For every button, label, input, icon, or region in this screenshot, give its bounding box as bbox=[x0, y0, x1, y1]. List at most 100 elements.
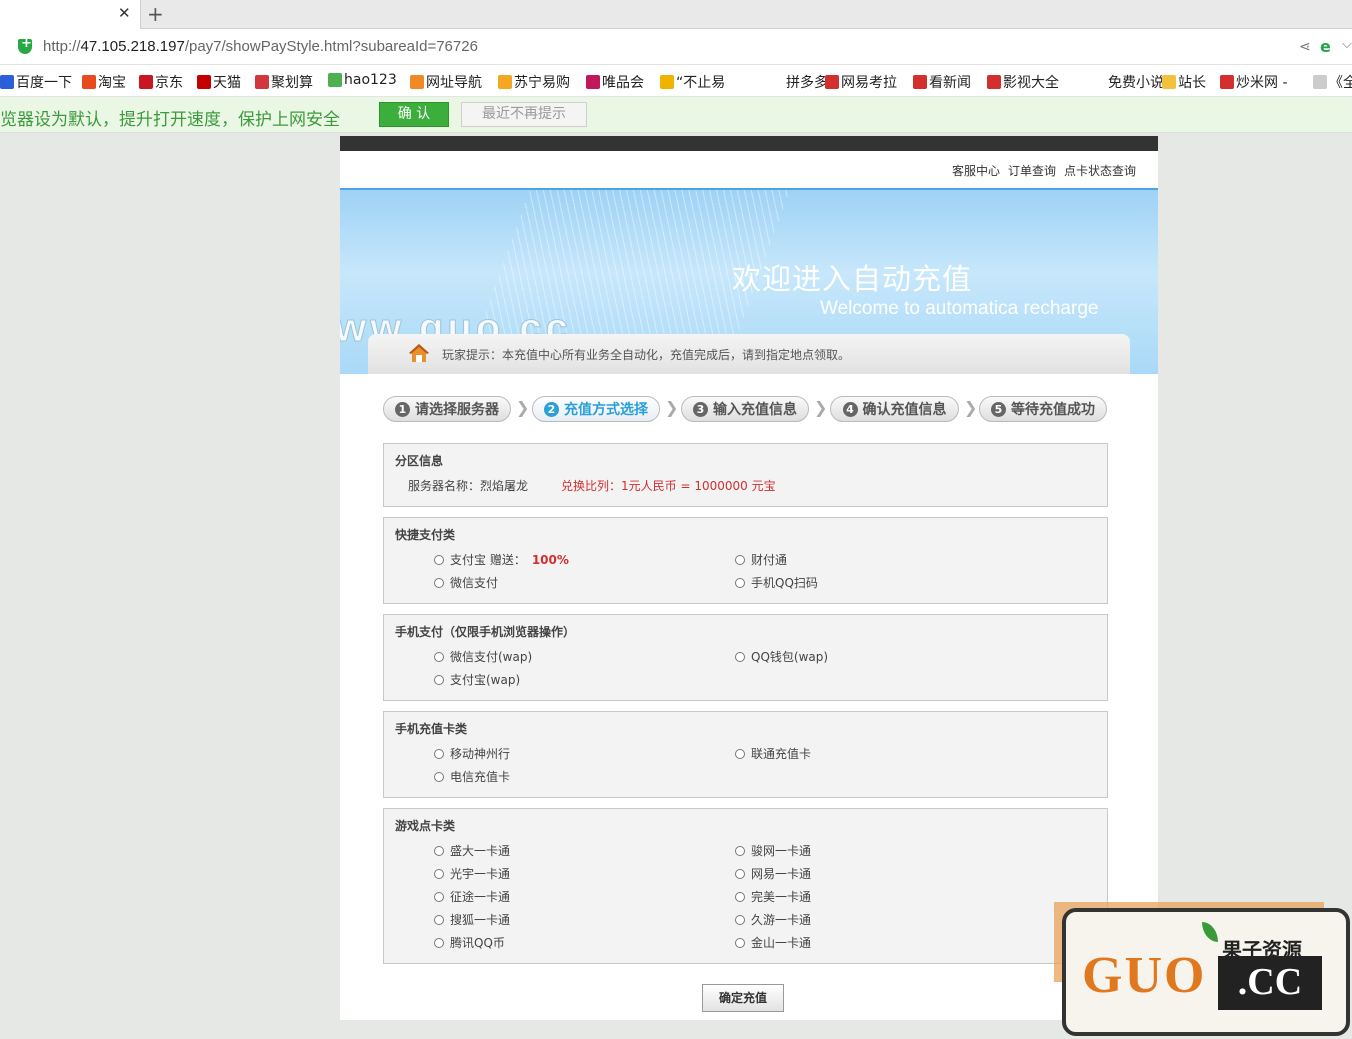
share-icon[interactable]: ⋖ bbox=[1299, 39, 1311, 55]
order-query-link[interactable]: 订单查询 bbox=[1008, 162, 1056, 179]
payment-option[interactable]: 网易一卡通 bbox=[735, 865, 811, 882]
url-field[interactable]: http://47.105.218.197/pay7/showPayStyle.… bbox=[43, 38, 478, 55]
doc-icon bbox=[1313, 75, 1327, 89]
payment-option[interactable]: 征途一卡通 bbox=[434, 888, 510, 905]
bookmark-label: 唯品会 bbox=[602, 75, 644, 91]
payment-option[interactable]: 手机QQ扫码 bbox=[735, 574, 818, 591]
radio-button[interactable] bbox=[434, 937, 444, 948]
radio-button[interactable] bbox=[434, 554, 444, 565]
bookmark-item[interactable]: hao123 bbox=[328, 72, 397, 88]
radio-button[interactable] bbox=[434, 748, 444, 759]
payment-option[interactable]: 久游一卡通 bbox=[735, 911, 811, 928]
payment-option-label: 手机QQ扫码 bbox=[751, 576, 818, 590]
bookmark-item[interactable]: 淘宝 bbox=[82, 72, 126, 92]
bookmark-item[interactable]: 天猫 bbox=[197, 72, 241, 92]
bookmark-item[interactable]: 苏宁易购 bbox=[498, 72, 570, 92]
shield-icon bbox=[18, 36, 32, 54]
radio-button[interactable] bbox=[735, 651, 745, 662]
ie-mode-icon[interactable]: e bbox=[1320, 37, 1331, 56]
bookmark-label: 网址导航 bbox=[426, 75, 482, 91]
server-name: 服务器名称：烈焰屠龙 bbox=[408, 479, 529, 493]
bookmark-item[interactable]: 唯品会 bbox=[586, 72, 644, 92]
bookmark-item[interactable]: 京东 bbox=[139, 72, 183, 92]
player-tip-bar: 玩家提示：本充值中心所有业务全自动化，充值完成后，请到指定地点领取。 bbox=[368, 334, 1130, 374]
bookmark-item[interactable]: 看新闻 bbox=[913, 72, 971, 92]
bookmark-item[interactable]: “不止易 bbox=[660, 72, 725, 92]
payment-option-label: 腾讯QQ币 bbox=[450, 936, 505, 950]
bookmark-item[interactable]: 炒米网 - bbox=[1220, 72, 1288, 92]
payment-option[interactable]: 微信支付 bbox=[434, 574, 498, 591]
new-tab-icon[interactable]: + bbox=[147, 2, 164, 26]
payment-option[interactable]: 移动神州行 bbox=[434, 745, 510, 762]
payment-option[interactable]: 金山一卡通 bbox=[735, 934, 811, 951]
payment-option-label: QQ钱包(wap) bbox=[751, 650, 829, 664]
bookmark-item[interactable]: 网易考拉 bbox=[825, 72, 897, 92]
logo-cc-text: .CC bbox=[1218, 956, 1322, 1010]
payment-option[interactable]: 支付宝 赠送： 100% bbox=[434, 551, 569, 568]
nav-7654-icon bbox=[410, 75, 424, 89]
step-number: 3 bbox=[693, 401, 708, 417]
payment-option[interactable]: 微信支付(wap) bbox=[434, 648, 532, 665]
payment-option[interactable]: 骏网一卡通 bbox=[735, 842, 811, 859]
payment-option[interactable]: 腾讯QQ币 bbox=[434, 934, 505, 951]
radio-button[interactable] bbox=[434, 868, 444, 879]
payment-option[interactable]: 光宇一卡通 bbox=[434, 865, 510, 882]
radio-button[interactable] bbox=[434, 891, 444, 902]
radio-button[interactable] bbox=[735, 845, 745, 856]
bookmark-label: 拼多多 bbox=[786, 75, 828, 91]
hao123-icon bbox=[328, 73, 342, 87]
radio-button[interactable] bbox=[434, 674, 444, 685]
customer-service-link[interactable]: 客服中心 bbox=[952, 162, 1000, 179]
chevron-down-icon[interactable]: ⌵ bbox=[1342, 37, 1352, 52]
confirm-recharge-button[interactable]: 确定充值 bbox=[702, 984, 784, 1012]
radio-button[interactable] bbox=[434, 845, 444, 856]
banner: 欢迎进入自动充值 Welcome to automatica recharge … bbox=[340, 190, 1158, 374]
radio-button[interactable] bbox=[434, 577, 444, 588]
payment-option[interactable]: 联通充值卡 bbox=[735, 745, 811, 762]
radio-button[interactable] bbox=[735, 914, 745, 925]
payment-option[interactable]: 盛大一卡通 bbox=[434, 842, 510, 859]
payment-option[interactable]: 财付通 bbox=[735, 551, 787, 568]
bookmark-item[interactable]: 百度一下 bbox=[0, 72, 72, 92]
bookmark-item[interactable]: 影视大全 bbox=[987, 72, 1059, 92]
bookmark-item[interactable]: 免费小说 bbox=[1092, 72, 1164, 92]
banner-title: 欢迎进入自动充值 bbox=[732, 262, 973, 296]
bookmark-item[interactable]: 网址导航 bbox=[410, 72, 482, 92]
radio-button[interactable] bbox=[735, 937, 745, 948]
bookmark-item[interactable]: 《全 bbox=[1313, 72, 1352, 92]
radio-button[interactable] bbox=[434, 771, 444, 782]
tab-bar: ✕ + bbox=[0, 0, 1352, 29]
payment-option[interactable]: 支付宝(wap) bbox=[434, 671, 520, 688]
step-indicator: 1 请选择服务器 2 充值方式选择 3 输入充值信息 4 确认充值信息 5 等待充值成功 ❯ ❯ ❯ ❯ bbox=[383, 396, 1113, 422]
banner-subtitle: Welcome to automatica recharge bbox=[820, 298, 1099, 319]
payment-option-label: 盛大一卡通 bbox=[450, 844, 511, 858]
payment-option[interactable]: 电信充值卡 bbox=[434, 768, 510, 785]
card-status-link[interactable]: 点卡状态查询 bbox=[1064, 162, 1136, 179]
close-tab-icon[interactable]: ✕ bbox=[118, 4, 131, 22]
radio-button[interactable] bbox=[735, 868, 745, 879]
payment-option[interactable]: 搜狐一卡通 bbox=[434, 911, 510, 928]
step-arrow-icon: ❯ bbox=[516, 398, 530, 417]
radio-button[interactable] bbox=[434, 914, 444, 925]
notice-dismiss-button[interactable]: 最近不再提示 bbox=[461, 102, 587, 127]
radio-button[interactable] bbox=[735, 891, 745, 902]
radio-button[interactable] bbox=[434, 651, 444, 662]
bookmark-item[interactable]: 站长 bbox=[1162, 72, 1206, 92]
book-icon bbox=[1092, 75, 1106, 89]
step-label: 充值方式选择 bbox=[564, 402, 648, 418]
top-strip bbox=[340, 136, 1158, 151]
bookmark-item[interactable]: 聚划算 bbox=[255, 72, 313, 92]
payment-option[interactable]: 完美一卡通 bbox=[735, 888, 811, 905]
browser-tab[interactable]: ✕ bbox=[0, 0, 141, 29]
step-label: 输入充值信息 bbox=[713, 402, 797, 418]
payment-option[interactable]: QQ钱包(wap) bbox=[735, 648, 828, 665]
radio-button[interactable] bbox=[735, 554, 745, 565]
play-icon bbox=[987, 75, 1001, 89]
bookmark-item[interactable]: 拼多多 bbox=[770, 72, 828, 92]
payment-group-title: 手机支付（仅限手机浏览器操作） bbox=[395, 625, 576, 639]
radio-button[interactable] bbox=[735, 748, 745, 759]
kaola-icon bbox=[825, 75, 839, 89]
notice-confirm-button[interactable]: 确 认 bbox=[379, 102, 449, 127]
bookmarks-bar: 百度一下 淘宝 京东 天猫 聚划算 hao123 网址导航 苏宁易购 唯品会 “不止易 拼多多 网易考… bbox=[0, 65, 1352, 97]
radio-button[interactable] bbox=[735, 577, 745, 588]
